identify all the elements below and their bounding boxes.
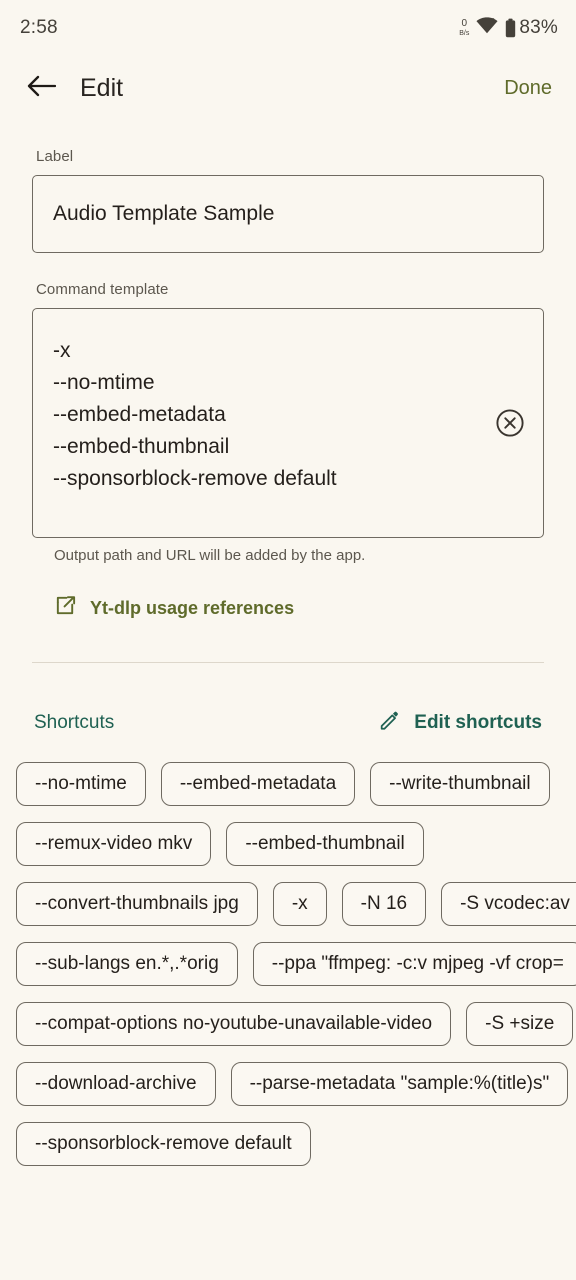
done-button[interactable]: Done [502,71,554,106]
shortcut-chips: --no-mtime --embed-metadata --write-thum… [0,762,576,1166]
chip-row: --no-mtime --embed-metadata --write-thum… [16,762,576,806]
battery-percent: 83% [519,17,558,38]
chip-row: --sponsorblock-remove default [16,1122,576,1166]
shortcut-chip[interactable]: -S vcodec:av [441,882,576,926]
chip-row: --sub-langs en.*,.*orig --ppa "ffmpeg: -… [16,942,576,986]
shortcut-chip[interactable]: --compat-options no-youtube-unavailable-… [16,1002,452,1046]
label-field-label: Label [36,148,74,165]
shortcuts-title[interactable]: Shortcuts [34,712,114,734]
shortcut-chip[interactable]: --sub-langs en.*,.*orig [16,942,238,986]
shortcut-chip[interactable]: --sponsorblock-remove default [16,1122,311,1166]
command-field-label: Command template [36,281,169,298]
status-time: 2:58 [20,17,58,38]
network-speed-value: 0 [461,18,468,29]
network-speed-unit: B/s [459,30,470,37]
open-in-new-icon [54,594,77,622]
back-button[interactable] [24,71,58,105]
wifi-icon [476,17,498,39]
status-indicators: 0 B/s 83% [459,17,558,39]
status-bar: 2:58 0 B/s 83% [0,0,576,56]
network-speed-indicator: 0 B/s [459,18,470,38]
shortcuts-header: Shortcuts Edit shortcuts [0,709,576,736]
shortcut-chip[interactable]: --parse-metadata "sample:%(title)s" [230,1062,569,1106]
battery-indicator: 83% [505,17,558,39]
label-input-value: Audio Template Sample [53,202,275,225]
ytdlp-reference-label: Yt-dlp usage references [90,597,295,618]
command-template-input[interactable]: -x --no-mtime --embed-metadata --embed-t… [32,308,544,538]
command-line: --embed-thumbnail [53,435,230,458]
shortcut-chip[interactable]: -N 16 [341,882,427,926]
battery-icon [506,18,516,38]
back-arrow-icon [26,74,57,103]
edit-shortcuts-button[interactable]: Edit shortcuts [378,709,542,736]
pencil-icon [378,709,400,736]
app-bar: Edit Done [0,56,576,120]
shortcut-chip[interactable]: --no-mtime [16,762,146,806]
shortcut-chip[interactable]: --ppa "ffmpeg: -c:v mjpeg -vf crop= [252,942,576,986]
chip-row: --download-archive --parse-metadata "sam… [16,1062,576,1106]
section-divider [32,662,544,663]
page-title: Edit [80,73,124,102]
command-line: --embed-metadata [53,403,226,426]
shortcut-chip[interactable]: --remux-video mkv [16,822,212,866]
shortcut-chip[interactable]: --convert-thumbnails jpg [16,882,258,926]
chip-row: --remux-video mkv --embed-thumbnail [16,822,576,866]
label-input[interactable]: Audio Template Sample [32,175,544,253]
edit-form: Label Audio Template Sample Command temp… [0,148,576,622]
chip-row: --compat-options no-youtube-unavailable-… [16,1002,576,1046]
shortcut-chip[interactable]: --download-archive [16,1062,216,1106]
shortcut-chip[interactable]: --write-thumbnail [370,762,550,806]
shortcut-chip[interactable]: -S +size [466,1002,574,1046]
shortcut-chip[interactable]: --embed-thumbnail [226,822,424,866]
edit-shortcuts-label: Edit shortcuts [414,711,542,733]
command-line: --sponsorblock-remove default [53,467,337,490]
shortcut-chip[interactable]: --embed-metadata [160,762,356,806]
command-line: --no-mtime [53,371,155,394]
ytdlp-reference-link[interactable]: Yt-dlp usage references [54,594,294,622]
chip-row: --convert-thumbnails jpg -x -N 16 -S vco… [16,882,576,926]
command-line: -x [53,339,71,362]
command-helper-text: Output path and URL will be added by the… [54,547,366,564]
app-screen: 2:58 0 B/s 83% Edit Done Label Audio Tem… [0,0,576,1280]
shortcut-chip[interactable]: -x [272,882,327,926]
clear-circle-icon[interactable] [495,408,525,438]
